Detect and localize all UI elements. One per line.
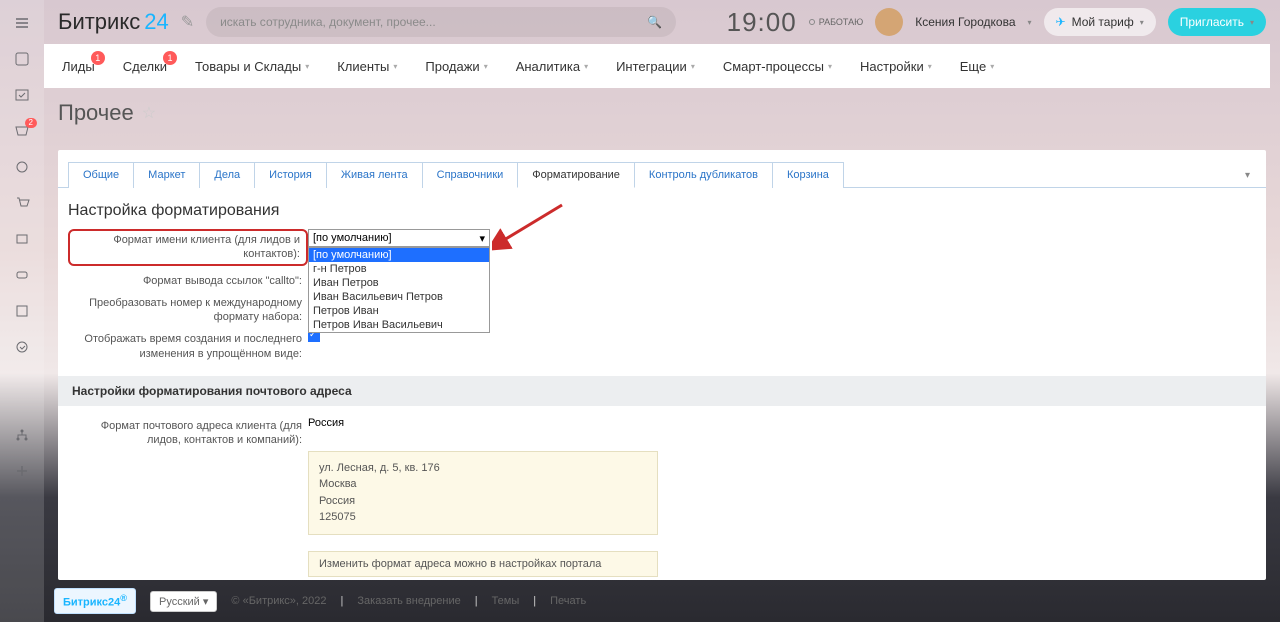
name-format-label: Формат имени клиента (для лидов и контак… xyxy=(68,229,308,266)
nav-item-6[interactable]: Интеграции▾ xyxy=(616,59,695,74)
tabs: ОбщиеМаркетДелаИсторияЖивая лентаСправоч… xyxy=(58,162,1266,188)
name-option-4[interactable]: Петров Иван xyxy=(309,304,489,318)
rail-icon-1[interactable] xyxy=(13,50,31,68)
tab-0[interactable]: Общие xyxy=(68,162,134,188)
tab-8[interactable]: Корзина xyxy=(772,162,844,188)
copyright: © «Битрикс», 2022 xyxy=(231,595,326,607)
name-format-dropdown: [по умолчанию]г-н ПетровИван ПетровИван … xyxy=(308,247,490,333)
tariff-button[interactable]: ✈Мой тариф▾ xyxy=(1044,8,1156,36)
tab-6[interactable]: Форматирование xyxy=(517,162,635,188)
page-title: Прочее ☆ xyxy=(58,100,156,126)
section-title: Настройка форматирования xyxy=(58,188,1266,226)
rail-icon-plus[interactable] xyxy=(13,462,31,480)
simplified-label: Отображать время создания и последнего и… xyxy=(68,330,308,361)
brand-logo[interactable]: Битрикс 24 xyxy=(58,9,169,35)
brand-text: Битрикс xyxy=(58,9,140,35)
work-status[interactable]: РАБОТАЮ xyxy=(809,17,864,27)
nav-item-3[interactable]: Клиенты▾ xyxy=(337,59,397,74)
nav-item-4[interactable]: Продажи▾ xyxy=(425,59,487,74)
name-option-1[interactable]: г-н Петров xyxy=(309,262,489,276)
footer-logo[interactable]: Битрикс24® xyxy=(54,588,136,614)
name-option-0[interactable]: [по умолчанию] xyxy=(309,248,489,262)
name-option-3[interactable]: Иван Васильевич Петров xyxy=(309,290,489,304)
tab-5[interactable]: Справочники xyxy=(422,162,519,188)
rail-icon-3[interactable] xyxy=(13,158,31,176)
avatar[interactable] xyxy=(875,8,903,36)
mail-format-value: Россия xyxy=(308,417,1256,429)
rail-icon-2[interactable] xyxy=(13,86,31,104)
rail-icon-cart[interactable] xyxy=(13,194,31,212)
tab-4[interactable]: Живая лента xyxy=(326,162,423,188)
search-icon: 🔍 xyxy=(647,15,662,29)
favorite-star-icon[interactable]: ☆ xyxy=(142,103,156,123)
nav-item-5[interactable]: Аналитика▾ xyxy=(516,59,588,74)
rail-badge: 2 xyxy=(25,118,37,128)
tariff-icon: ✈ xyxy=(1056,15,1066,29)
tab-2[interactable]: Дела xyxy=(199,162,255,188)
clock[interactable]: 19:00 xyxy=(727,7,797,38)
menu-icon[interactable] xyxy=(13,14,31,32)
rail-icon-7[interactable] xyxy=(13,338,31,356)
select-caret-icon: ▾ xyxy=(479,232,485,245)
tab-1[interactable]: Маркет xyxy=(133,162,200,188)
rail-icon-4[interactable] xyxy=(13,230,31,248)
callto-label: Формат вывода ссылок "callto": xyxy=(68,272,308,288)
address-hint: Изменить формат адреса можно в настройка… xyxy=(308,551,658,577)
nav-item-8[interactable]: Настройки▾ xyxy=(860,59,932,74)
tabs-more-icon[interactable]: ▾ xyxy=(1245,170,1250,181)
nav-item-7[interactable]: Смарт-процессы▾ xyxy=(723,59,832,74)
rail-icon-sitemap[interactable] xyxy=(13,426,31,444)
intl-label: Преобразовать номер к международному фор… xyxy=(68,294,308,325)
mail-section-header: Настройки форматирования почтового адрес… xyxy=(58,376,1266,406)
rail-icon-6[interactable] xyxy=(13,302,31,320)
rail-icon-5[interactable] xyxy=(13,266,31,284)
content-panel: ОбщиеМаркетДелаИсторияЖивая лентаСправоч… xyxy=(58,150,1266,580)
edit-title-icon[interactable]: ✎ xyxy=(181,12,194,32)
address-preview: ул. Лесная, д. 5, кв. 176МоскваРоссия125… xyxy=(308,451,658,535)
name-option-2[interactable]: Иван Петров xyxy=(309,276,489,290)
mail-format-label: Формат почтового адреса клиента (для лид… xyxy=(68,417,308,448)
footer-link-themes[interactable]: Темы xyxy=(492,595,520,607)
brand-24: 24 xyxy=(144,9,168,35)
footer: Битрикс24® Русский ▾ © «Битрикс», 2022 |… xyxy=(54,586,1266,616)
language-select[interactable]: Русский ▾ xyxy=(150,591,217,612)
nav-item-0[interactable]: Лиды1 xyxy=(62,59,95,74)
nav-item-2[interactable]: Товары и Склады▾ xyxy=(195,59,309,74)
name-format-select[interactable]: [по умолчанию]▾ [по умолчанию]г-н Петров… xyxy=(308,229,490,247)
rail-icon-crm[interactable]: 2 xyxy=(13,122,31,140)
search-placeholder: искать сотрудника, документ, прочее... xyxy=(220,15,436,29)
tab-3[interactable]: История xyxy=(254,162,327,188)
global-search[interactable]: искать сотрудника, документ, прочее... 🔍 xyxy=(206,7,676,37)
tab-7[interactable]: Контроль дубликатов xyxy=(634,162,773,188)
user-name[interactable]: Ксения Городкова xyxy=(915,15,1015,29)
nav-item-9[interactable]: Еще▾ xyxy=(960,59,994,74)
footer-link-order[interactable]: Заказать внедрение xyxy=(357,595,460,607)
nav-item-1[interactable]: Сделки1 xyxy=(123,59,167,74)
main-nav: Лиды1 Сделки1 Товары и Склады▾ Клиенты▾ Прод… xyxy=(44,44,1270,88)
left-rail: 2 xyxy=(0,0,44,622)
user-caret-icon[interactable]: ▾ xyxy=(1028,18,1032,27)
topbar: Битрикс 24 ✎ искать сотрудника, документ… xyxy=(44,0,1280,44)
name-option-5[interactable]: Петров Иван Васильевич xyxy=(309,318,489,332)
invite-button[interactable]: Пригласить▾ xyxy=(1168,8,1266,36)
footer-link-print[interactable]: Печать xyxy=(550,595,586,607)
